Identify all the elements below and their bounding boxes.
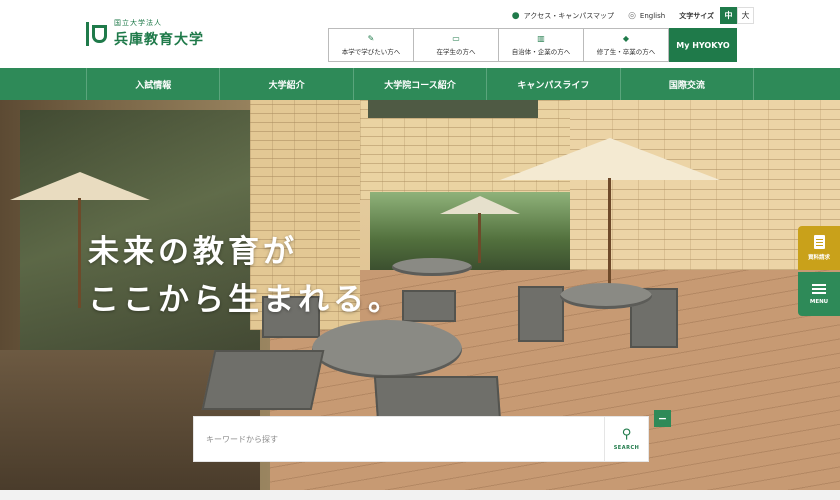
menu-button[interactable]: MENU <box>798 272 840 316</box>
page: 国立大学法人 兵庫教育大学 ● アクセス・キャンパスマップ ◎ English … <box>0 0 840 500</box>
side-tabs: 資料請求 MENU <box>798 226 840 316</box>
menu-label: MENU <box>809 298 829 305</box>
audience-label: 在学生の方へ <box>436 48 476 56</box>
logo-subtitle: 国立大学法人 <box>114 19 162 27</box>
nav-item-international[interactable]: 国際交流 <box>619 68 755 100</box>
document-request-label: 資料請求 <box>807 255 830 261</box>
access-map-link[interactable]: ● アクセス・キャンパスマップ <box>512 11 614 21</box>
logo-mark-icon <box>86 21 108 46</box>
nav-item-about[interactable]: 大学紹介 <box>219 68 352 100</box>
logo-name: 兵庫教育大学 <box>114 32 204 48</box>
nav-item-graduate-courses[interactable]: 大学院コース紹介 <box>352 68 486 100</box>
document-request-button[interactable]: 資料請求 <box>798 226 840 270</box>
hero-section: 未来の教育が ここから生まれる。 ⚲ SEARCH − <box>0 100 840 490</box>
tagline-line-2: ここから生まれる。 <box>88 282 403 318</box>
my-hyokyo-button[interactable]: My HYOKYO <box>669 28 737 62</box>
search-input[interactable] <box>194 417 604 461</box>
font-size-label: 文字サイズ <box>679 11 714 20</box>
audience-prospective-button[interactable]: ✎ 本学で学びたい方へ <box>328 28 414 62</box>
font-size-medium-button[interactable]: 中 <box>720 7 737 24</box>
font-size-large-button[interactable]: 大 <box>737 7 754 24</box>
building-icon: ▥ <box>537 34 545 43</box>
pencil-icon: ✎ <box>367 34 375 43</box>
english-link[interactable]: ◎ English <box>628 11 665 21</box>
audience-label: 本学で学びたい方へ <box>341 48 401 56</box>
keyword-search: ⚲ SEARCH <box>193 416 649 462</box>
tagline-line-1: 未来の教育が <box>88 234 298 270</box>
globe-icon: ◎ <box>628 10 636 21</box>
page-bottom-strip <box>0 490 840 500</box>
hamburger-icon <box>812 283 826 294</box>
nav-item-campus-life[interactable]: キャンパスライフ <box>486 68 619 100</box>
search-collapse-button[interactable]: − <box>654 410 671 427</box>
search-button[interactable]: ⚲ SEARCH <box>604 417 648 461</box>
document-icon <box>813 235 825 249</box>
utility-bar: ● アクセス・キャンパスマップ ◎ English 文字サイズ 中 大 <box>512 7 754 24</box>
access-map-label: アクセス・キャンパスマップ <box>523 11 615 20</box>
audience-alumni-button[interactable]: ◆ 修了生・卒業の方へ <box>583 28 669 62</box>
audience-nav: ✎ 本学で学びたい方へ ▭ 在学生の方へ ▥ 自治体・企業の方へ ◆ 修了生・卒… <box>328 28 737 62</box>
graduation-cap-icon: ◆ <box>622 34 630 43</box>
search-button-label: SEARCH <box>613 444 640 451</box>
map-pin-icon: ● <box>511 10 520 21</box>
english-label: English <box>639 11 666 20</box>
audience-students-button[interactable]: ▭ 在学生の方へ <box>413 28 499 62</box>
hero-tagline: 未来の教育が ここから生まれる。 <box>88 228 403 324</box>
site-header: 国立大学法人 兵庫教育大学 ● アクセス・キャンパスマップ ◎ English … <box>0 0 840 68</box>
search-icon: ⚲ <box>621 426 632 442</box>
university-logo[interactable]: 国立大学法人 兵庫教育大学 <box>86 18 204 49</box>
book-icon: ▭ <box>452 34 460 43</box>
audience-label: 自治体・企業の方へ <box>511 48 571 56</box>
audience-municipalities-button[interactable]: ▥ 自治体・企業の方へ <box>498 28 584 62</box>
global-nav: 入試情報 大学紹介 大学院コース紹介 キャンパスライフ 国際交流 <box>0 68 840 100</box>
nav-item-admissions[interactable]: 入試情報 <box>86 68 219 100</box>
audience-label: 修了生・卒業の方へ <box>596 48 656 56</box>
